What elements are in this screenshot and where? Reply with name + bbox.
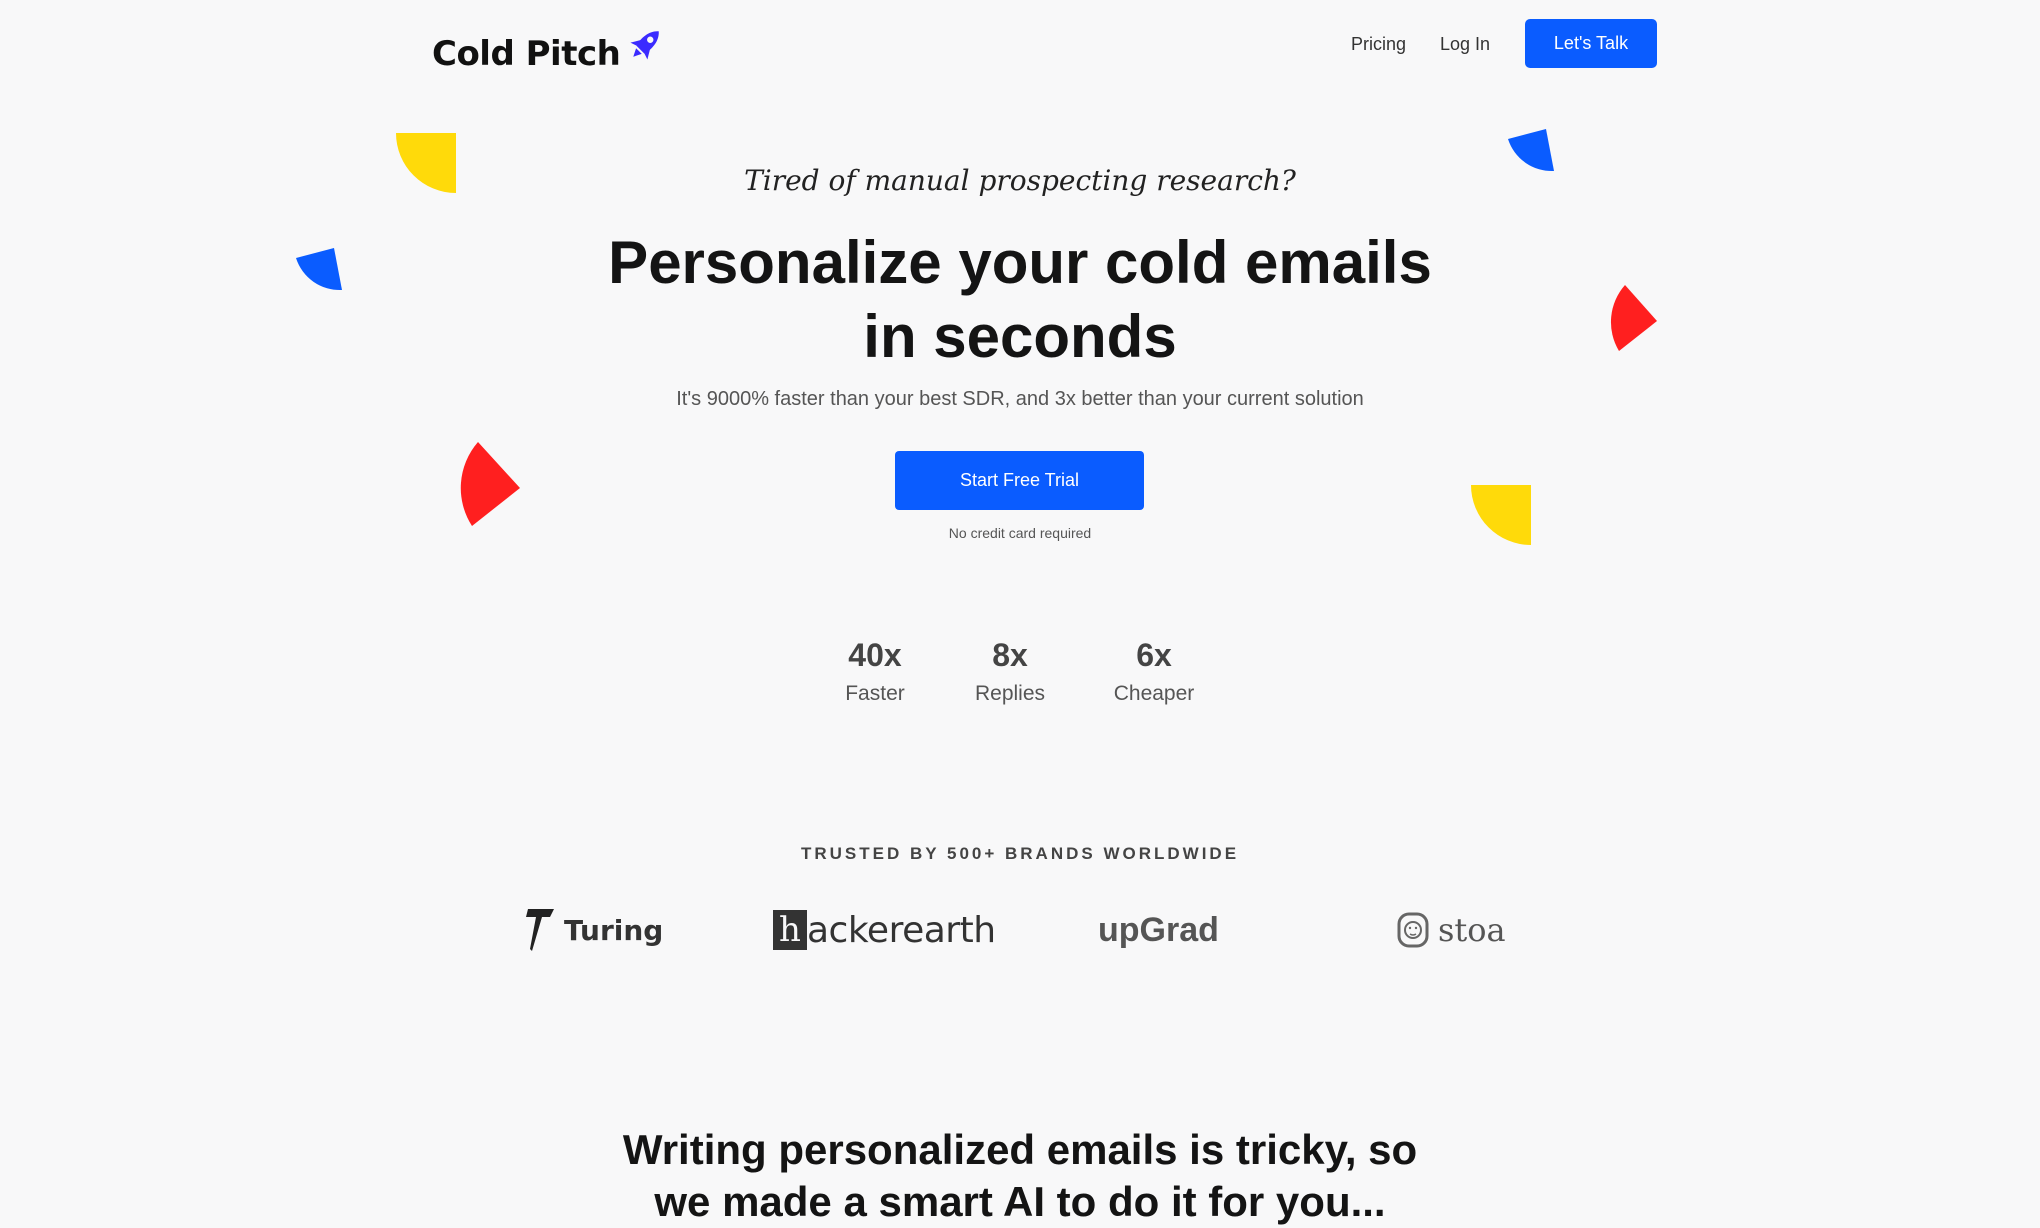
brand-name: upGrad <box>1098 910 1219 949</box>
section-heading-line2: we made a smart AI to do it for you... <box>654 1178 1386 1225</box>
stat-value: 40x <box>848 637 902 673</box>
brand-logo-turing: Turing <box>526 900 663 960</box>
decor-red-wedge-left <box>460 442 520 526</box>
stat-value: 6x <box>1136 637 1172 673</box>
stat-cheaper: 6x Cheaper <box>1084 636 1224 706</box>
hero-headline-line2: in seconds <box>863 303 1177 370</box>
stat-label: Faster <box>845 682 905 705</box>
stat-value: 8x <box>992 637 1028 673</box>
no-credit-card-note: No credit card required <box>948 525 1092 541</box>
brand-name: ackerearth <box>807 909 996 951</box>
brand-logo-hackerearth: h ackerearth <box>773 900 996 960</box>
section-heading-line1: Writing personalized emails is tricky, s… <box>622 1126 1418 1173</box>
lets-talk-button[interactable]: Let's Talk <box>1525 19 1657 68</box>
rocket-icon <box>630 31 660 60</box>
brand-name: Cold Pitch <box>432 34 621 74</box>
hero-tagline: Tired of manual prospecting research? <box>744 164 1296 197</box>
nav-login-link[interactable]: Log In <box>1440 30 1490 58</box>
start-free-trial-button[interactable]: Start Free Trial <box>895 451 1144 510</box>
hero-subheadline: It's 9000% faster than your best SDR, an… <box>676 388 1364 410</box>
brand-logo-stoa: stoa <box>1396 900 1506 960</box>
brand-name: Turing <box>564 913 664 947</box>
stat-faster: 40x Faster <box>805 636 945 706</box>
brand-name: stoa <box>1438 911 1506 949</box>
stat-label: Replies <box>974 682 1046 705</box>
turing-logo-icon <box>526 909 554 951</box>
stat-replies: 8x Replies <box>940 636 1080 706</box>
hackerearth-logo-icon: h <box>773 910 807 950</box>
hero-headline: Personalize your cold emails in seconds <box>0 226 2040 374</box>
stat-label: Cheaper <box>1113 682 1195 705</box>
brand-logo[interactable]: Cold Pitch <box>432 24 666 84</box>
lion-logo-icon <box>1397 912 1429 948</box>
brand-logo-upgrad: upGrad <box>1098 900 1219 960</box>
hero-headline-line1: Personalize your cold emails <box>608 229 1432 296</box>
trusted-heading: TRUSTED BY 500+ BRANDS WORLDWIDE <box>800 844 1240 863</box>
section-heading: Writing personalized emails is tricky, s… <box>0 1124 2040 1228</box>
nav-pricing-link[interactable]: Pricing <box>1351 30 1406 58</box>
